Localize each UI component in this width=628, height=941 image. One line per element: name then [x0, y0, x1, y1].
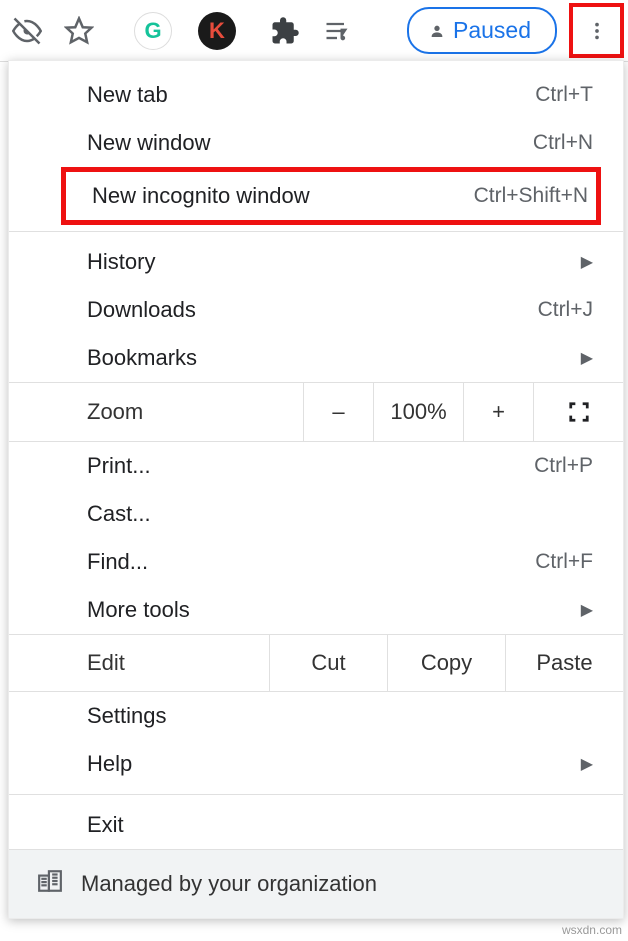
- menu-label: Help: [87, 751, 132, 777]
- highlight-menu-button: [569, 3, 624, 58]
- menu-label: New tab: [87, 82, 168, 108]
- zoom-out-button[interactable]: –: [303, 383, 373, 441]
- menu-zoom-row: Zoom – 100% +: [9, 382, 623, 442]
- more-menu-button[interactable]: [578, 12, 616, 50]
- fullscreen-button[interactable]: [533, 383, 623, 441]
- shortcut-text: Ctrl+J: [538, 298, 593, 322]
- organization-icon: [37, 868, 63, 900]
- menu-group: History ▶ Downloads Ctrl+J Bookmarks ▶: [9, 238, 623, 382]
- shortcut-text: Ctrl+Shift+N: [474, 184, 588, 208]
- edit-label: Edit: [9, 636, 269, 690]
- menu-group: Settings Help ▶: [9, 692, 623, 788]
- zoom-in-button[interactable]: +: [463, 383, 533, 441]
- menu-group: Print... Ctrl+P Cast... Find... Ctrl+F M…: [9, 442, 623, 634]
- paused-label: Paused: [453, 17, 531, 44]
- menu-help[interactable]: Help ▶: [9, 740, 623, 788]
- chrome-main-menu: New tab Ctrl+T New window Ctrl+N New inc…: [8, 60, 624, 919]
- menu-exit[interactable]: Exit: [9, 801, 623, 849]
- person-icon: [429, 23, 445, 39]
- media-control-icon[interactable]: [314, 8, 360, 54]
- menu-label: Print...: [87, 453, 151, 479]
- profile-paused-chip[interactable]: Paused: [407, 7, 557, 54]
- menu-find[interactable]: Find... Ctrl+F: [9, 538, 623, 586]
- vertical-dots-icon: [586, 20, 608, 42]
- extensions-puzzle-icon[interactable]: [262, 8, 308, 54]
- menu-edit-row: Edit Cut Copy Paste: [9, 634, 623, 692]
- highlight-new-incognito: New incognito window Ctrl+Shift+N: [61, 167, 601, 225]
- browser-toolbar: G K Paused: [0, 0, 628, 62]
- menu-new-incognito[interactable]: New incognito window Ctrl+Shift+N: [66, 172, 596, 220]
- cut-button[interactable]: Cut: [269, 635, 387, 691]
- zoom-value: 100%: [373, 383, 463, 441]
- copy-button[interactable]: Copy: [387, 635, 505, 691]
- menu-label: More tools: [87, 597, 190, 623]
- fullscreen-icon: [568, 401, 590, 423]
- menu-label: Exit: [87, 812, 124, 838]
- menu-history[interactable]: History ▶: [9, 238, 623, 286]
- chevron-right-icon: ▶: [581, 252, 593, 272]
- menu-settings[interactable]: Settings: [9, 692, 623, 740]
- chevron-right-icon: ▶: [581, 348, 593, 368]
- menu-divider: [9, 794, 623, 795]
- shortcut-text: Ctrl+P: [534, 454, 593, 478]
- zoom-label: Zoom: [9, 385, 303, 439]
- menu-new-window[interactable]: New window Ctrl+N: [9, 119, 623, 167]
- menu-label: New window: [87, 130, 211, 156]
- menu-downloads[interactable]: Downloads Ctrl+J: [9, 286, 623, 334]
- managed-by-org-row[interactable]: Managed by your organization: [9, 849, 623, 918]
- managed-label: Managed by your organization: [81, 871, 377, 897]
- k-extension-icon[interactable]: K: [198, 12, 236, 50]
- shortcut-text: Ctrl+T: [535, 83, 593, 107]
- eye-off-icon[interactable]: [4, 8, 50, 54]
- menu-label: Find...: [87, 549, 148, 575]
- menu-label: New incognito window: [92, 183, 310, 209]
- menu-new-tab[interactable]: New tab Ctrl+T: [9, 71, 623, 119]
- menu-divider: [9, 231, 623, 232]
- menu-label: Cast...: [87, 501, 151, 527]
- menu-label: Settings: [87, 703, 167, 729]
- watermark-text: wsxdn.com: [562, 923, 622, 937]
- menu-bookmarks[interactable]: Bookmarks ▶: [9, 334, 623, 382]
- star-icon[interactable]: [56, 8, 102, 54]
- shortcut-text: Ctrl+F: [535, 550, 593, 574]
- menu-more-tools[interactable]: More tools ▶: [9, 586, 623, 634]
- menu-label: Bookmarks: [87, 345, 197, 371]
- paste-button[interactable]: Paste: [505, 635, 623, 691]
- chevron-right-icon: ▶: [581, 754, 593, 774]
- menu-label: Downloads: [87, 297, 196, 323]
- chevron-right-icon: ▶: [581, 600, 593, 620]
- menu-label: History: [87, 249, 155, 275]
- shortcut-text: Ctrl+N: [533, 131, 593, 155]
- menu-print[interactable]: Print... Ctrl+P: [9, 442, 623, 490]
- grammarly-extension-icon[interactable]: G: [134, 12, 172, 50]
- menu-cast[interactable]: Cast...: [9, 490, 623, 538]
